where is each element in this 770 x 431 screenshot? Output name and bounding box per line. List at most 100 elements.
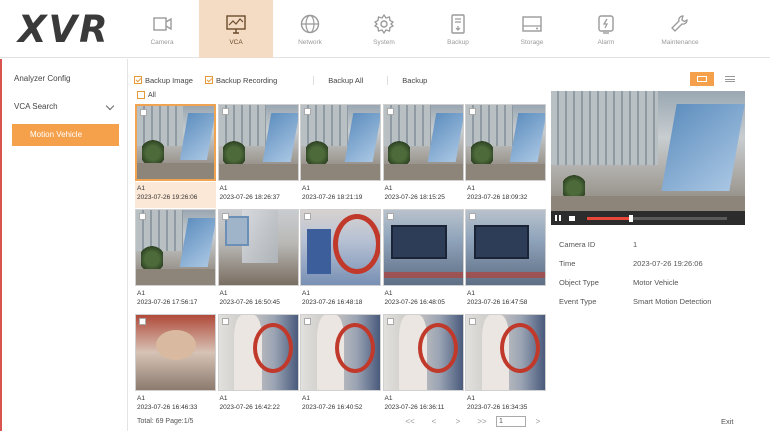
thumbnail-image: [466, 210, 545, 285]
result-camera: A1: [302, 395, 310, 402]
result-thumbnail[interactable]: [382, 314, 464, 391]
last-page-button[interactable]: >>: [470, 417, 494, 426]
checkbox-label: Backup Recording: [215, 75, 278, 85]
backup-toolbar: Backup Image Backup Recording Backup All…: [134, 72, 427, 88]
result-checkbox[interactable]: [304, 318, 311, 325]
nav-tab-label: Maintenance: [661, 38, 699, 46]
nav-tab-network[interactable]: Network: [273, 0, 347, 58]
result-checkbox[interactable]: [304, 213, 311, 220]
result-checkbox[interactable]: [304, 108, 311, 115]
result-thumbnail[interactable]: [465, 209, 546, 286]
detail-value: Smart Motion Detection: [633, 297, 712, 306]
result-checkbox[interactable]: [221, 108, 229, 115]
gear-icon: [373, 13, 395, 34]
exit-button[interactable]: Exit: [721, 417, 734, 426]
result-card[interactable]: A1 2023-07-26 16:40:52: [300, 314, 381, 418]
nav-tab-camera[interactable]: Camera: [125, 0, 199, 58]
result-card[interactable]: A1 2023-07-26 18:26:37: [217, 104, 299, 208]
detail-row-time: Time 2023-07-26 19:26:06: [559, 259, 711, 278]
sidebar: Analyzer Config VCA Search Motion Vehicl…: [0, 59, 128, 431]
result-meta: A1 2023-07-26 16:36:11: [383, 392, 464, 418]
result-checkbox[interactable]: [386, 213, 394, 220]
backup-all-button[interactable]: Backup All: [313, 75, 363, 85]
result-checkbox[interactable]: [469, 213, 476, 220]
backup-button[interactable]: Backup: [387, 75, 427, 85]
page-number-input[interactable]: 1: [496, 416, 526, 427]
brand-logo: XVR: [18, 8, 110, 51]
playback-progress[interactable]: [587, 214, 727, 222]
result-thumbnail[interactable]: [217, 104, 299, 181]
result-thumbnail[interactable]: [382, 209, 464, 286]
detail-value: Motor Vehicle: [633, 278, 679, 287]
stop-icon: [569, 215, 575, 221]
result-card[interactable]: A1 2023-07-26 18:15:25: [382, 104, 464, 208]
sidebar-item-vca-search[interactable]: VCA Search: [2, 93, 127, 121]
result-thumbnail[interactable]: [465, 314, 546, 391]
result-meta: A1 2023-07-26 16:40:52: [300, 392, 381, 418]
next-page-button[interactable]: >: [446, 417, 470, 426]
nav-tab-alarm[interactable]: Alarm: [569, 0, 643, 58]
result-thumbnail[interactable]: [300, 104, 381, 181]
nav-tab-maintenance[interactable]: Maintenance: [643, 0, 717, 58]
result-thumbnail[interactable]: [217, 209, 299, 286]
result-meta: A1 2023-07-26 19:26:06: [135, 182, 216, 208]
nav-tab-label: Storage: [520, 38, 544, 46]
result-camera: A1: [302, 185, 310, 192]
result-card[interactable]: A1 2023-07-26 17:56:17: [135, 209, 216, 313]
result-checkbox[interactable]: [221, 213, 229, 220]
result-card[interactable]: A1 2023-07-26 16:48:18: [300, 209, 381, 313]
result-checkbox[interactable]: [469, 318, 476, 325]
select-all-checkbox[interactable]: All: [137, 91, 156, 99]
result-meta: A1 2023-07-26 18:26:37: [218, 182, 299, 208]
result-checkbox[interactable]: [139, 318, 146, 325]
result-checkbox[interactable]: [140, 109, 147, 116]
result-thumbnail[interactable]: [300, 209, 381, 286]
backup-recording-checkbox[interactable]: Backup Recording: [204, 75, 278, 85]
video-preview[interactable]: [551, 91, 745, 225]
backup-image-checkbox[interactable]: Backup Image: [134, 76, 193, 85]
result-thumbnail[interactable]: [217, 314, 299, 391]
go-page-button[interactable]: >: [526, 417, 550, 426]
nav-tab-system[interactable]: System: [347, 0, 421, 58]
result-time: 2023-07-26 16:48:05: [384, 299, 445, 306]
result-card[interactable]: A1 2023-07-26 16:36:11: [382, 314, 464, 418]
result-thumbnail[interactable]: [135, 314, 216, 391]
result-card[interactable]: A1 2023-07-26 16:46:33: [135, 314, 216, 418]
result-thumbnail[interactable]: [300, 314, 381, 391]
prev-page-button[interactable]: <: [422, 417, 446, 426]
sidebar-subitem-active[interactable]: Motion Vehicle: [12, 124, 119, 146]
result-thumbnail[interactable]: [382, 104, 464, 181]
result-card[interactable]: A1 2023-07-26 16:42:22: [217, 314, 299, 418]
nav-tab-backup[interactable]: Backup: [421, 0, 495, 58]
first-page-button[interactable]: <<: [398, 417, 422, 426]
result-checkbox[interactable]: [386, 318, 394, 325]
detail-label: Camera ID: [559, 240, 596, 249]
result-card[interactable]: A1 2023-07-26 16:34:35: [465, 314, 546, 418]
progress-handle[interactable]: [629, 214, 633, 222]
sidebar-item-analyzer-config[interactable]: Analyzer Config: [2, 65, 127, 93]
result-time: 2023-07-26 18:26:37: [219, 194, 280, 201]
result-thumbnail[interactable]: [465, 104, 546, 181]
result-checkbox[interactable]: [386, 108, 394, 115]
result-card[interactable]: A1 2023-07-26 19:26:06: [135, 104, 216, 208]
nav-tab-label: System: [373, 38, 395, 46]
result-card[interactable]: A1 2023-07-26 18:09:32: [465, 104, 546, 208]
result-time: 2023-07-26 16:47:58: [467, 299, 528, 306]
result-card[interactable]: A1 2023-07-26 18:21:19: [300, 104, 381, 208]
result-card[interactable]: A1 2023-07-26 16:48:05: [382, 209, 464, 313]
stop-button[interactable]: [565, 211, 579, 225]
result-checkbox[interactable]: [469, 108, 476, 115]
nav-tab-vca[interactable]: VCA: [199, 0, 273, 58]
result-checkbox[interactable]: [221, 318, 229, 325]
grid-view-button[interactable]: [690, 72, 714, 86]
result-camera: A1: [467, 290, 475, 297]
result-meta: A1 2023-07-26 16:34:35: [465, 392, 546, 418]
result-thumbnail[interactable]: [135, 104, 216, 181]
result-card[interactable]: A1 2023-07-26 16:50:45: [217, 209, 299, 313]
result-card[interactable]: A1 2023-07-26 16:47:58: [465, 209, 546, 313]
result-thumbnail[interactable]: [135, 209, 216, 286]
list-view-button[interactable]: [718, 72, 742, 86]
nav-tab-storage[interactable]: Storage: [495, 0, 569, 58]
pause-button[interactable]: [551, 211, 565, 225]
result-checkbox[interactable]: [139, 213, 146, 220]
